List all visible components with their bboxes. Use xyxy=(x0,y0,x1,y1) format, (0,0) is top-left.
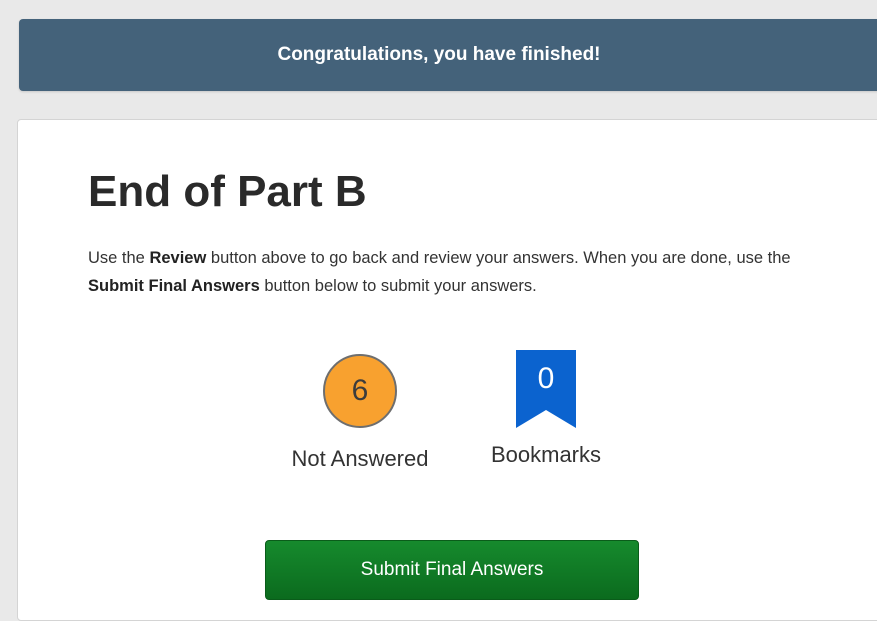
instructions-submit-bold: Submit Final Answers xyxy=(88,277,260,295)
instructions-text: Use the Review button above to go back a… xyxy=(88,244,808,300)
bookmarks-count: 0 xyxy=(537,362,555,395)
instructions-part1: Use the xyxy=(88,249,150,267)
page-title: End of Part B xyxy=(88,167,367,216)
not-answered-count: 6 xyxy=(351,374,369,407)
submit-final-answers-button[interactable]: Submit Final Answers xyxy=(265,540,639,600)
instructions-review-bold: Review xyxy=(149,249,207,267)
not-answered-label: Not Answered xyxy=(291,446,429,471)
not-answered-badge: 6 xyxy=(323,354,397,428)
bookmarks-stat: 0 Bookmarks xyxy=(466,350,626,468)
bookmarks-label: Bookmarks xyxy=(490,442,602,467)
instructions-part2: button above to go back and review your … xyxy=(206,249,791,267)
completion-banner: Congratulations, you have finished! xyxy=(19,19,877,91)
instructions-part3: button below to submit your answers. xyxy=(259,277,537,295)
bookmark-icon: 0 xyxy=(516,350,576,428)
banner-text: Congratulations, you have finished! xyxy=(277,44,601,65)
not-answered-stat: 6 Not Answered xyxy=(280,350,440,472)
main-card: End of Part B Use the Review button abov… xyxy=(17,119,877,621)
